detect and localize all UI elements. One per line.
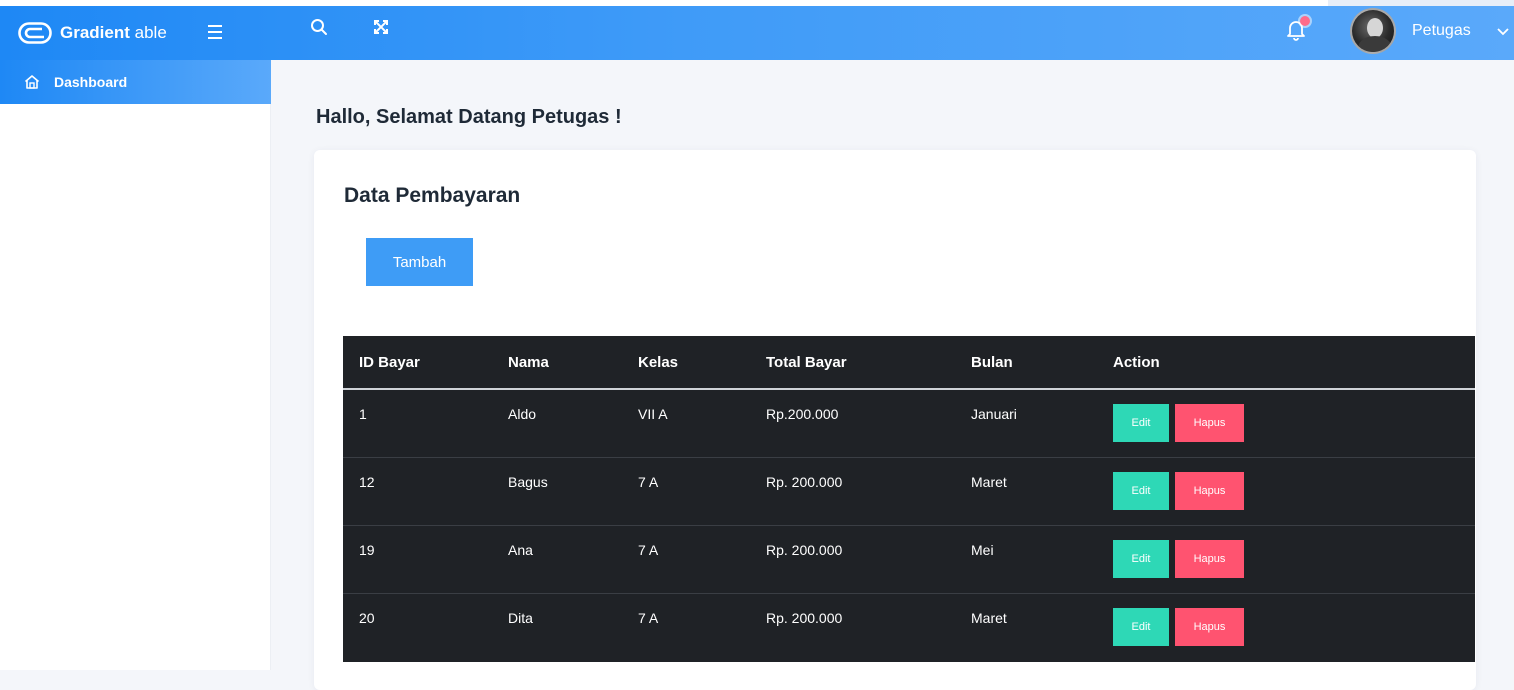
cell-bulan: Januari [971, 406, 1017, 422]
cell-total: Rp.200.000 [766, 406, 839, 422]
column-header: Nama [508, 353, 549, 371]
cell-action: Edit Hapus [1113, 540, 1475, 578]
cell-id: 19 [359, 542, 375, 558]
brand-name-bold: Gradient [60, 23, 130, 42]
cell-kelas: 7 A [638, 542, 659, 558]
cell-kelas: 7 A [638, 610, 659, 626]
fullscreen-icon[interactable] [368, 14, 394, 40]
delete-button[interactable]: Hapus [1175, 404, 1244, 442]
payment-table: ID Bayar Nama Kelas Total Bayar Bulan Ac… [343, 336, 1475, 662]
page-title: Hallo, Selamat Datang Petugas ! [316, 106, 622, 128]
payment-card: Data Pembayaran Tambah ID Bayar Nama Kel… [314, 150, 1476, 690]
delete-button[interactable]: Hapus [1175, 608, 1244, 646]
edit-button[interactable]: Edit [1113, 404, 1169, 442]
avatar[interactable] [1350, 8, 1396, 54]
cell-bulan: Maret [971, 474, 1007, 490]
cell-nama: Ana [508, 542, 533, 558]
column-header: ID Bayar [359, 353, 420, 371]
column-header: Kelas [638, 353, 679, 371]
sidebar-item-dashboard[interactable]: Dashboard [0, 60, 271, 104]
cell-nama: Aldo [508, 406, 537, 422]
cell-action: Edit Hapus [1113, 404, 1475, 442]
home-icon [24, 74, 40, 90]
hamburger-icon[interactable] [204, 20, 228, 44]
top-navbar: Gradient able Petugas [0, 6, 1514, 60]
card-title: Data Pembayaran [344, 184, 521, 207]
add-payment-button[interactable]: Tambah [366, 238, 473, 286]
bell-icon[interactable] [1284, 16, 1310, 42]
edit-button[interactable]: Edit [1113, 540, 1169, 578]
gradient-able-logo-icon [18, 21, 54, 45]
main-content: Hallo, Selamat Datang Petugas ! Data Pem… [272, 60, 1514, 690]
table-row: 1 Aldo VII A Rp.200.000 Januari Edit Hap… [343, 390, 1475, 458]
cell-action: Edit Hapus [1113, 608, 1475, 646]
cell-nama: Dita [508, 610, 533, 626]
delete-button[interactable]: Hapus [1175, 540, 1244, 578]
cell-id: 1 [359, 406, 367, 422]
cell-bulan: Mei [971, 542, 994, 558]
sidebar: Dashboard [0, 60, 271, 670]
cell-id: 12 [359, 474, 375, 490]
cell-nama: Bagus [508, 474, 548, 490]
edit-button[interactable]: Edit [1113, 472, 1169, 510]
cell-kelas: 7 A [638, 474, 659, 490]
edit-button[interactable]: Edit [1113, 608, 1169, 646]
cell-total: Rp. 200.000 [766, 474, 843, 490]
chevron-down-icon[interactable] [1496, 24, 1510, 38]
table-row: 20 Dita 7 A Rp. 200.000 Maret Edit Hapus [343, 594, 1475, 662]
search-icon[interactable] [306, 14, 332, 40]
brand[interactable]: Gradient able [18, 6, 167, 60]
cell-id: 20 [359, 610, 375, 626]
user-name[interactable]: Petugas [1412, 22, 1471, 40]
column-header: Bulan [971, 353, 1013, 371]
table-header: ID Bayar Nama Kelas Total Bayar Bulan Ac… [343, 336, 1475, 390]
table-row: 12 Bagus 7 A Rp. 200.000 Maret Edit Hapu… [343, 458, 1475, 526]
column-header: Action [1113, 353, 1160, 371]
cell-kelas: VII A [638, 406, 668, 422]
brand-name: Gradient able [60, 23, 167, 43]
table-row: 19 Ana 7 A Rp. 200.000 Mei Edit Hapus [343, 526, 1475, 594]
brand-name-light: able [129, 23, 167, 42]
column-header: Total Bayar [766, 353, 847, 371]
cell-total: Rp. 200.000 [766, 542, 843, 558]
cell-action: Edit Hapus [1113, 472, 1475, 510]
cell-total: Rp. 200.000 [766, 610, 843, 626]
notification-dot [1300, 16, 1310, 26]
sidebar-item-label: Dashboard [54, 74, 128, 90]
delete-button[interactable]: Hapus [1175, 472, 1244, 510]
cell-bulan: Maret [971, 610, 1007, 626]
